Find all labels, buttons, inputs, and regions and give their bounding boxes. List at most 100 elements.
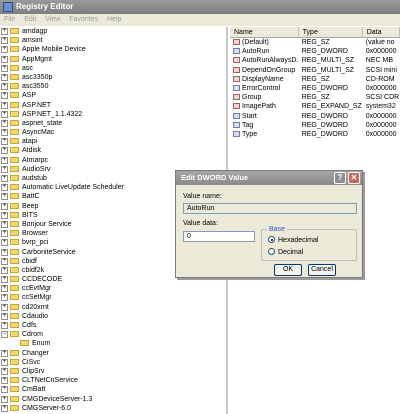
expand-icon[interactable]: + <box>1 322 8 329</box>
hexadecimal-radio-indicator[interactable] <box>268 236 275 243</box>
expand-icon[interactable]: + <box>1 184 8 192</box>
tree-item[interactable]: + amdagp <box>0 27 226 36</box>
value-row[interactable]: ErrorControl REG_DWORD 0x000000 <box>230 84 400 93</box>
expand-icon[interactable]: + <box>1 193 8 201</box>
value-row[interactable]: Start REG_DWORD 0x000000 <box>230 112 400 121</box>
expand-icon[interactable]: + <box>1 404 8 412</box>
expand-icon[interactable]: + <box>1 377 8 385</box>
expand-icon[interactable]: + <box>1 266 8 274</box>
tree-item[interactable]: + Atdisk <box>0 146 226 155</box>
tree-item[interactable]: + AsyncMac <box>0 128 226 137</box>
expand-icon[interactable]: + <box>1 230 8 238</box>
expand-icon[interactable]: + <box>1 211 8 219</box>
expand-icon[interactable]: + <box>1 92 8 100</box>
expand-icon[interactable]: + <box>1 119 8 127</box>
cancel-button[interactable]: Cancel <box>308 264 336 276</box>
expand-icon[interactable]: + <box>1 138 8 146</box>
expand-icon[interactable]: + <box>1 110 8 118</box>
value-row[interactable]: Group REG_SZ SCSI CDR <box>230 93 400 102</box>
tree-item[interactable]: − Cdrom <box>0 330 226 339</box>
help-button[interactable]: ? <box>334 172 346 184</box>
tree-item[interactable]: + Changer <box>0 349 226 358</box>
expand-icon[interactable]: + <box>1 294 8 302</box>
tree-item[interactable]: + CMGServer-6.0 <box>0 404 226 413</box>
column-name-header[interactable]: Name <box>230 27 299 37</box>
expand-icon[interactable]: + <box>1 129 8 137</box>
value-row[interactable]: (Default) REG_SZ (value no <box>230 38 400 47</box>
tree-item[interactable]: + ASP.NET_1.1.4322 <box>0 110 226 119</box>
expand-icon[interactable]: + <box>1 46 8 54</box>
menu-help[interactable]: Help <box>107 16 121 23</box>
hexadecimal-radio[interactable]: Hexadecimal <box>268 236 318 245</box>
close-button[interactable]: ✕ <box>348 172 360 184</box>
tree-item[interactable]: Enum <box>0 339 226 348</box>
tree-item[interactable]: + asc3350p <box>0 73 226 82</box>
value-row[interactable]: Type REG_DWORD 0x000000 <box>230 130 400 139</box>
column-type-header[interactable]: Type <box>299 27 363 37</box>
expand-icon[interactable]: + <box>1 165 8 173</box>
expand-icon[interactable]: + <box>1 28 8 35</box>
expand-icon[interactable]: + <box>1 276 8 284</box>
expand-icon[interactable]: + <box>1 349 8 357</box>
decimal-radio-indicator[interactable] <box>268 248 275 255</box>
tree-item[interactable]: + atapi <box>0 137 226 146</box>
expand-icon[interactable]: + <box>1 175 8 182</box>
tree-item[interactable]: + CiSvc <box>0 358 226 367</box>
expand-icon[interactable]: + <box>1 37 8 45</box>
expand-icon[interactable]: + <box>1 55 8 63</box>
expand-icon[interactable]: + <box>1 220 8 228</box>
tree-item[interactable]: + Cdfs <box>0 321 226 330</box>
tree-item-label: BattC <box>22 193 40 201</box>
expand-icon[interactable]: + <box>1 156 8 164</box>
tree-item[interactable]: + ccEvtMgr <box>0 284 226 293</box>
menu-view[interactable]: View <box>45 16 60 23</box>
tree-item[interactable]: + ASP.NET <box>0 101 226 110</box>
value-row[interactable]: AutoRunAlwaysD... REG_MULTI_SZ NEC MB <box>230 56 400 65</box>
tree-item[interactable]: + CmBatt <box>0 385 226 394</box>
value-row[interactable]: Tag REG_DWORD 0x000000 <box>230 121 400 130</box>
tree-item[interactable]: + ccSetMgr <box>0 293 226 302</box>
expand-icon[interactable]: + <box>1 257 8 265</box>
value-row[interactable]: DependOnGroup REG_MULTI_SZ SCSI mini <box>230 66 400 75</box>
expand-icon[interactable]: + <box>1 312 8 320</box>
tree-item[interactable]: + Apple Mobile Device <box>0 45 226 54</box>
menu-edit[interactable]: Edit <box>24 16 36 23</box>
value-row[interactable]: DisplayName REG_SZ CD-ROM <box>230 75 400 84</box>
decimal-radio[interactable]: Decimal <box>268 248 303 257</box>
expand-icon[interactable]: + <box>1 64 8 72</box>
value-name-field[interactable]: AutoRun <box>183 203 357 214</box>
expand-icon[interactable]: + <box>1 367 8 375</box>
expand-icon[interactable]: + <box>1 395 8 403</box>
tree-item[interactable]: + Cdaudio <box>0 312 226 321</box>
tree-item[interactable]: + CLTNetCnService <box>0 376 226 385</box>
expand-icon[interactable]: + <box>1 202 8 210</box>
expand-icon[interactable]: + <box>1 239 8 247</box>
expand-icon[interactable]: + <box>1 83 8 91</box>
tree-item[interactable]: + ASP <box>0 91 226 100</box>
expand-icon[interactable]: + <box>1 358 8 366</box>
expand-icon[interactable]: + <box>1 285 8 293</box>
menu-favorites[interactable]: Favorites <box>69 16 98 23</box>
menu-file[interactable]: File <box>4 16 15 23</box>
value-row[interactable]: ImagePath REG_EXPAND_SZ system32 <box>230 102 400 111</box>
value-data-input[interactable]: 0 <box>183 231 255 242</box>
tree-item[interactable]: + AppMgmt <box>0 55 226 64</box>
ok-button[interactable]: OK <box>274 264 302 276</box>
tree-item[interactable]: + aspnet_state <box>0 119 226 128</box>
tree-item[interactable]: + ClipSrv <box>0 367 226 376</box>
expand-icon[interactable]: + <box>1 386 8 394</box>
tree-item[interactable]: + cd20xrnt <box>0 303 226 312</box>
expand-icon[interactable]: + <box>1 147 8 155</box>
tree-item[interactable]: + CMGDeviceServer-1.3 <box>0 395 226 404</box>
collapse-icon[interactable]: − <box>1 331 8 339</box>
expand-icon[interactable]: + <box>1 248 8 256</box>
tree-item[interactable]: + asc <box>0 64 226 73</box>
tree-item[interactable]: + amsint <box>0 36 226 45</box>
expand-icon[interactable]: + <box>1 101 8 109</box>
expand-icon[interactable]: + <box>1 303 8 311</box>
value-row[interactable]: AutoRun REG_DWORD 0x000000 <box>230 47 400 56</box>
expand-icon[interactable]: + <box>1 73 8 81</box>
tree-item[interactable]: + Atmarpc <box>0 156 226 165</box>
tree-item[interactable]: + asc3550 <box>0 82 226 91</box>
column-data-header[interactable]: Data <box>363 27 400 37</box>
